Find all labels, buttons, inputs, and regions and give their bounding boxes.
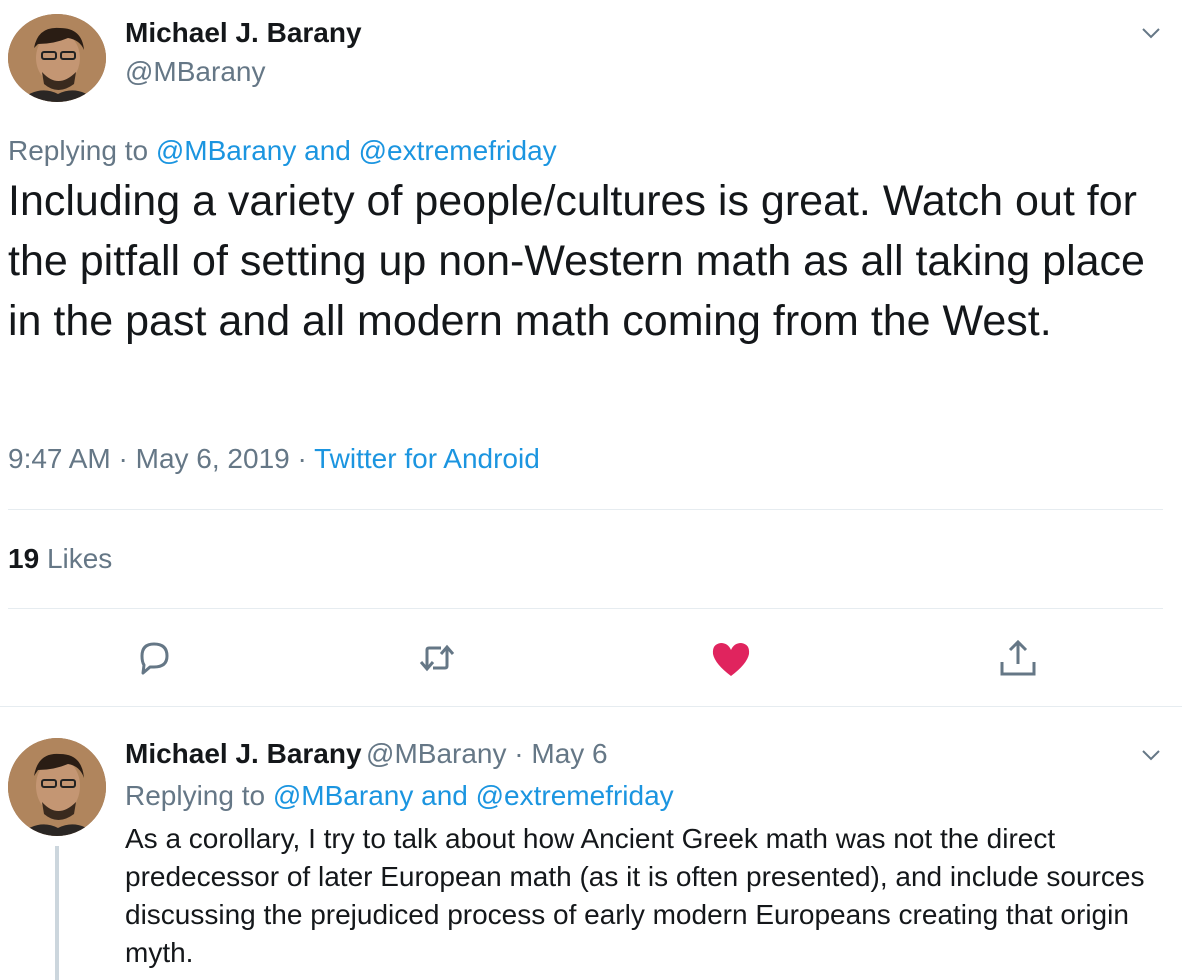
likes-count[interactable]: 19 Likes	[8, 543, 112, 575]
chevron-down-icon[interactable]	[1140, 22, 1162, 44]
reply-author-name[interactable]: Michael J. Barany	[125, 738, 362, 769]
likes-label: Likes	[46, 543, 113, 574]
reply-author-avatar[interactable]	[8, 738, 106, 836]
replying-and[interactable]: and	[413, 780, 475, 811]
thread-line	[55, 846, 59, 980]
tweet-date[interactable]: May 6, 2019	[136, 443, 290, 474]
author-name[interactable]: Michael J. Barany	[125, 17, 362, 49]
mention-link[interactable]: @MBarany	[156, 135, 296, 166]
author-handle[interactable]: @MBarany	[125, 56, 265, 88]
heart-fill	[712, 643, 750, 676]
tweet-text: Including a variety of people/cultures i…	[8, 177, 1145, 345]
chevron-down-icon[interactable]	[1140, 744, 1162, 766]
mention-link[interactable]: @MBarany	[273, 780, 413, 811]
reply-header: Michael J. Barany @MBarany · May 6	[125, 738, 608, 770]
heart-icon[interactable]	[711, 640, 751, 680]
divider	[0, 706, 1182, 707]
reply-icon[interactable]	[134, 638, 174, 678]
author-avatar[interactable]	[8, 14, 106, 102]
reply-tweet-text: As a corollary, I try to talk about how …	[125, 823, 1145, 968]
meta-separator: ·	[110, 443, 136, 474]
divider	[8, 509, 1163, 510]
reply-date[interactable]: May 6	[531, 738, 607, 769]
replying-prefix: Replying to	[125, 780, 273, 811]
tweet-meta: 9:47 AM · May 6, 2019 · Twitter for Andr…	[8, 443, 540, 475]
meta-separator: ·	[289, 443, 315, 474]
replying-to: Replying to @MBarany and @extremefriday	[8, 135, 557, 167]
share-icon[interactable]	[998, 638, 1038, 678]
meta-separator: ·	[506, 738, 532, 769]
replying-prefix: Replying to	[8, 135, 156, 166]
replying-and[interactable]: and	[296, 135, 358, 166]
divider	[8, 608, 1163, 609]
reply-replying-to: Replying to @MBarany and @extremefriday	[125, 780, 674, 812]
retweet-icon[interactable]	[417, 638, 457, 678]
mention-link[interactable]: @extremefriday	[359, 135, 557, 166]
mention-link[interactable]: @extremefriday	[476, 780, 674, 811]
likes-number: 19	[8, 543, 40, 574]
tweet-source[interactable]: Twitter for Android	[314, 443, 540, 474]
tweet-time[interactable]: 9:47 AM	[8, 443, 111, 474]
reply-author-handle[interactable]: @MBarany	[366, 738, 506, 769]
